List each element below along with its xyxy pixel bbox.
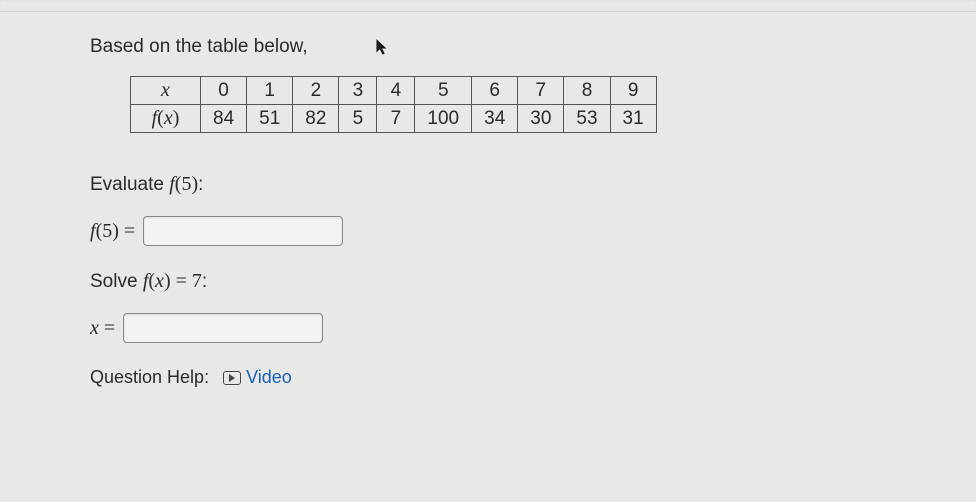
- fx-cell: 84: [201, 105, 247, 133]
- intro-text: Based on the table below,: [90, 36, 928, 58]
- top-panel-border: [0, 0, 976, 12]
- fx-cell: 51: [247, 105, 293, 133]
- x-cell: 7: [518, 77, 564, 105]
- fx-cell: 53: [564, 105, 610, 133]
- evaluate-label: f(5) =: [90, 220, 135, 243]
- question-content: Based on the table below, x 0 1 2 3 4 5 …: [0, 12, 976, 408]
- x-cell: 8: [564, 77, 610, 105]
- fx-header: f(x): [131, 105, 201, 133]
- function-table: x 0 1 2 3 4 5 6 7 8 9 f(x) 84 51 82 5 7 …: [130, 76, 928, 133]
- fx-cell: 100: [415, 105, 472, 133]
- fx-cell: 82: [293, 105, 339, 133]
- x-cell: 6: [472, 77, 518, 105]
- x-cell: 0: [201, 77, 247, 105]
- solve-prompt: Solve f(x) = 7:: [90, 270, 928, 293]
- evaluate-prompt: Evaluate f(5):: [90, 173, 928, 196]
- fx-cell: 31: [610, 105, 656, 133]
- x-cell: 1: [247, 77, 293, 105]
- fx-cell: 7: [377, 105, 415, 133]
- help-label: Question Help:: [90, 367, 209, 388]
- x-cell: 5: [415, 77, 472, 105]
- x-cell: 9: [610, 77, 656, 105]
- video-play-icon: [223, 371, 241, 385]
- x-cell: 3: [339, 77, 377, 105]
- table-row: f(x) 84 51 82 5 7 100 34 30 53 31: [131, 105, 657, 133]
- evaluate-row: f(5) =: [90, 216, 928, 246]
- solve-row: x =: [90, 313, 928, 343]
- solve-label: x =: [90, 317, 115, 340]
- question-help: Question Help: Video: [90, 367, 928, 388]
- video-link-label: Video: [246, 367, 292, 388]
- solve-input[interactable]: [123, 313, 323, 343]
- x-cell: 2: [293, 77, 339, 105]
- mouse-cursor-icon: [375, 38, 389, 58]
- evaluate-input[interactable]: [143, 216, 343, 246]
- fx-cell: 5: [339, 105, 377, 133]
- fx-cell: 34: [472, 105, 518, 133]
- x-header: x: [131, 77, 201, 105]
- table-row: x 0 1 2 3 4 5 6 7 8 9: [131, 77, 657, 105]
- video-link[interactable]: Video: [223, 367, 292, 388]
- fx-cell: 30: [518, 105, 564, 133]
- x-cell: 4: [377, 77, 415, 105]
